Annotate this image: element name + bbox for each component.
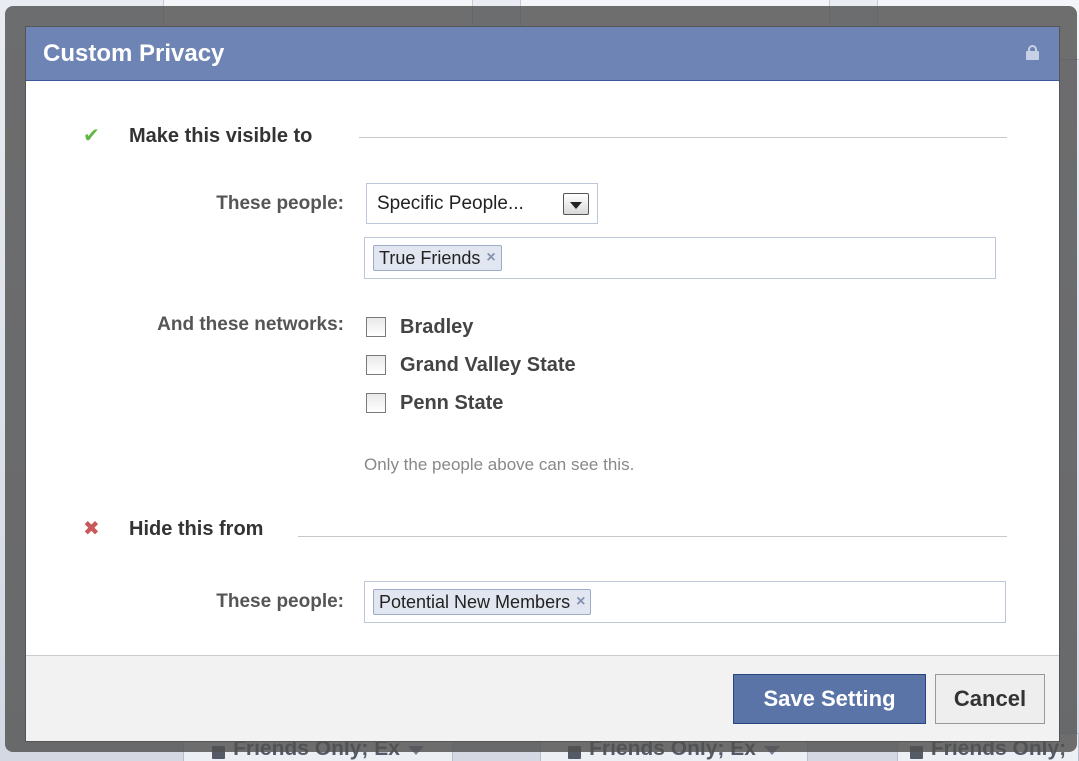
cancel-button[interactable]: Cancel: [935, 674, 1045, 724]
visible-section-title: Make this visible to: [129, 124, 313, 147]
checkbox[interactable]: [366, 355, 386, 375]
save-setting-button[interactable]: Save Setting: [733, 674, 926, 724]
dialog-header: Custom Privacy: [26, 27, 1059, 81]
network-label: Grand Valley State: [400, 353, 576, 376]
these-people-label: These people:: [216, 193, 344, 214]
remove-token-icon[interactable]: ×: [486, 249, 495, 267]
remove-token-icon[interactable]: ×: [576, 593, 585, 611]
visibility-hint: Only the people above can see this.: [364, 455, 635, 474]
check-icon: ✔: [83, 125, 100, 147]
hide-people-label: These people:: [216, 591, 344, 612]
network-checkbox-penn-state[interactable]: Penn State: [366, 391, 503, 415]
token-label: Potential New Members: [379, 591, 571, 612]
section-divider: [359, 137, 1007, 138]
visible-section-header: ✔ Make this visible to: [83, 124, 312, 148]
checkbox[interactable]: [366, 393, 386, 413]
lock-icon: [1026, 45, 1039, 60]
network-checkbox-bradley[interactable]: Bradley: [366, 315, 473, 339]
hide-section-title: Hide this from: [129, 517, 264, 540]
hide-section-header: ✖ Hide this from: [83, 517, 263, 541]
networks-label: And these networks:: [157, 314, 344, 335]
dialog-title: Custom Privacy: [43, 40, 225, 67]
network-label: Bradley: [400, 315, 474, 338]
network-checkbox-grand-valley-state[interactable]: Grand Valley State: [366, 353, 576, 377]
dropdown-arrow-icon[interactable]: [563, 193, 589, 215]
hide-people-token-input[interactable]: Potential New Members ×: [364, 581, 1006, 623]
these-people-select[interactable]: Specific People...: [366, 183, 598, 224]
select-value: Specific People...: [377, 192, 524, 214]
x-icon: ✖: [83, 518, 100, 540]
custom-privacy-dialog: Custom Privacy ✔ Make this visible to Th…: [25, 26, 1060, 742]
visible-people-token-input[interactable]: True Friends ×: [364, 237, 996, 279]
token-potential-new-members: Potential New Members ×: [373, 589, 592, 615]
token-true-friends: True Friends ×: [373, 245, 502, 271]
network-label: Penn State: [400, 391, 504, 414]
section-divider: [298, 536, 1007, 537]
dialog-footer: Save Setting Cancel: [26, 655, 1059, 741]
token-label: True Friends: [379, 247, 481, 268]
checkbox[interactable]: [366, 317, 386, 337]
